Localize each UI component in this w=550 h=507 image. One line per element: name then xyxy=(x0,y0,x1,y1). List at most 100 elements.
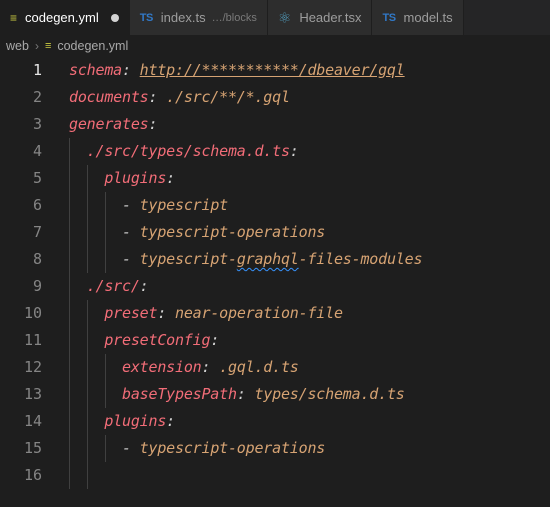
code-text: - typescript-operations xyxy=(69,219,325,246)
code-token: - xyxy=(122,250,140,268)
tab-codegen-yml[interactable]: ≡ codegen.yml xyxy=(0,0,130,35)
typescript-file-icon: TS xyxy=(382,11,396,24)
line-number: 5 xyxy=(32,169,42,187)
react-file-icon: ⚛ xyxy=(277,9,292,27)
tab-description: …/blocks xyxy=(211,11,257,24)
tab-header-tsx[interactable]: ⚛ Header.tsx xyxy=(267,0,373,35)
tab-label: model.ts xyxy=(403,10,453,25)
code-token: typescript-operations xyxy=(139,223,326,241)
code-line[interactable]: 8 - typescript-graphql-files-modules xyxy=(0,246,550,273)
code-token: ./src/**/*.gql xyxy=(166,88,290,106)
code-token: presetConfig xyxy=(104,331,211,349)
code-token: - xyxy=(122,439,140,457)
code-token: : xyxy=(201,358,220,376)
code-text: plugins: xyxy=(69,408,175,435)
line-number: 14 xyxy=(23,412,42,430)
tab-label: index.ts xyxy=(160,10,206,25)
code-token: .gql.d.ts xyxy=(219,358,299,376)
code-text: ./src/types/schema.d.ts: xyxy=(69,138,299,165)
code-token: extension xyxy=(122,358,202,376)
code-line[interactable]: 2 documents: ./src/**/*.gql xyxy=(0,84,550,111)
code-line[interactable]: 13 baseTypesPath: types/schema.d.ts xyxy=(0,381,550,408)
code-text: - typescript-operations xyxy=(69,435,325,462)
code-text: - typescript-graphql-files-modules xyxy=(69,246,422,273)
line-number: 6 xyxy=(32,196,42,214)
tab-index-ts[interactable]: TS index.ts …/blocks xyxy=(129,0,268,35)
code-text: baseTypesPath: types/schema.d.ts xyxy=(69,381,405,408)
line-number: 12 xyxy=(23,358,42,376)
code-token: generates xyxy=(69,115,149,133)
typescript-file-icon: TS xyxy=(139,11,154,24)
code-line[interactable]: 3 generates: xyxy=(0,111,550,138)
code-line[interactable]: 14 plugins: xyxy=(0,408,550,435)
code-token: : xyxy=(122,61,140,79)
line-number: 13 xyxy=(23,385,42,403)
breadcrumb-file[interactable]: codegen.yml xyxy=(57,39,128,53)
code-token: : xyxy=(166,169,175,187)
code-token: baseTypesPath xyxy=(122,385,237,403)
code-token: documents xyxy=(69,88,149,106)
code-text: preset: near-operation-file xyxy=(69,300,343,327)
code-line[interactable]: 5 plugins: xyxy=(0,165,550,192)
code-token: : xyxy=(236,385,255,403)
code-token: : xyxy=(210,331,220,349)
line-number: 8 xyxy=(32,250,42,268)
code-line[interactable]: 1 schema: http://***********/dbeaver/gql xyxy=(0,57,550,84)
code-line[interactable]: 15 - typescript-operations xyxy=(0,435,550,462)
code-text: extension: .gql.d.ts xyxy=(69,354,299,381)
code-token: schema xyxy=(69,61,122,79)
line-number: 2 xyxy=(32,88,42,106)
line-number: 7 xyxy=(32,223,42,241)
code-token: typescript xyxy=(139,196,229,214)
tab-model-ts[interactable]: TS model.ts xyxy=(372,0,464,35)
code-text: presetConfig: xyxy=(69,327,219,354)
code-text: ./src/: xyxy=(69,273,149,300)
line-number: 1 xyxy=(32,61,42,79)
code-text: generates: xyxy=(69,111,158,138)
code-line[interactable]: 10 preset: near-operation-file xyxy=(0,300,550,327)
code-line[interactable]: 7 - typescript-operations xyxy=(0,219,550,246)
code-token: near-operation-file xyxy=(175,304,343,322)
code-token: : xyxy=(148,115,158,133)
breadcrumb-folder[interactable]: web xyxy=(6,39,29,53)
code-token: : xyxy=(166,412,175,430)
code-token: http://***********/dbeaver/gql xyxy=(139,61,405,79)
code-line[interactable]: 6 - typescript xyxy=(0,192,550,219)
chevron-right-icon: › xyxy=(34,39,39,53)
code-line[interactable]: 16 xyxy=(0,462,550,489)
code-token: types/schema.d.ts xyxy=(254,385,405,403)
code-line[interactable]: 11 presetConfig: xyxy=(0,327,550,354)
breadcrumb: web › ≡ codegen.yml xyxy=(0,35,550,57)
line-number: 3 xyxy=(32,115,42,133)
yaml-file-icon: ≡ xyxy=(44,40,52,52)
unsaved-dot-icon[interactable] xyxy=(110,13,119,22)
code-editor[interactable]: 1 schema: http://***********/dbeaver/gql 2… xyxy=(0,57,550,507)
code-token: graphql xyxy=(236,250,299,268)
code-token: typescript- xyxy=(139,250,237,268)
code-token: typescript-operations xyxy=(139,439,326,457)
code-text: plugins: xyxy=(69,165,175,192)
code-text: schema: http://***********/dbeaver/gql xyxy=(69,57,405,84)
code-token: preset xyxy=(104,304,158,322)
line-number: 11 xyxy=(23,331,42,349)
code-token: ./src/ xyxy=(86,277,140,295)
line-number: 4 xyxy=(32,142,42,160)
code-token: plugins xyxy=(104,169,167,187)
code-line[interactable]: 9 ./src/: xyxy=(0,273,550,300)
code-token: : xyxy=(139,277,149,295)
line-number: 15 xyxy=(23,439,42,457)
code-token: - xyxy=(122,223,140,241)
code-line[interactable]: 4 ./src/types/schema.d.ts: xyxy=(0,138,550,165)
code-token: - xyxy=(122,196,140,214)
code-line[interactable]: 12 extension: .gql.d.ts xyxy=(0,354,550,381)
tab-label: codegen.yml xyxy=(25,10,99,25)
